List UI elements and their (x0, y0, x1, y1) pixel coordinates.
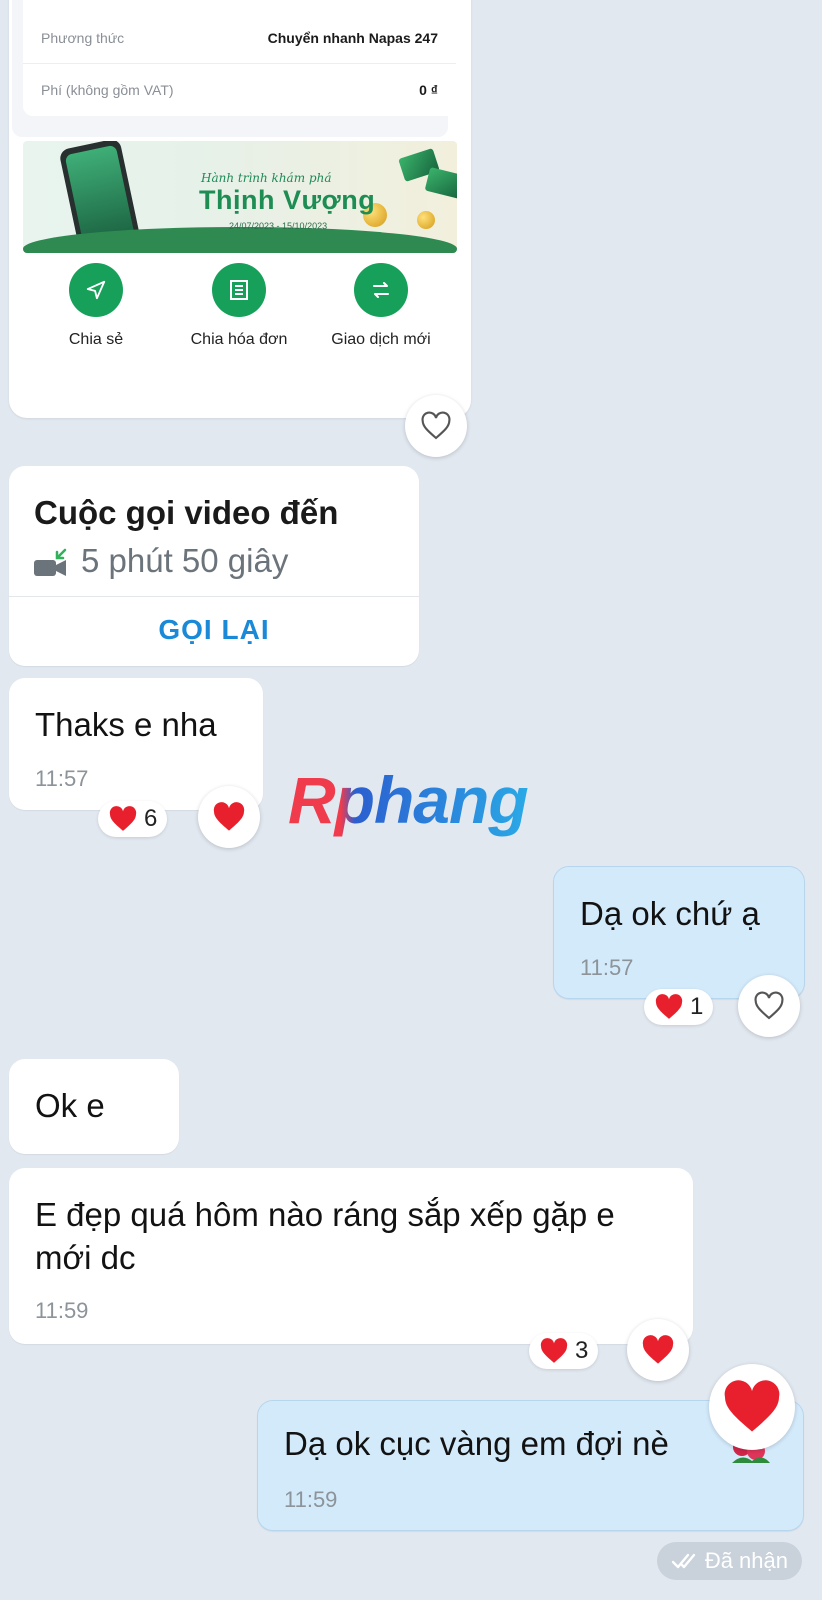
reaction-count-value: 1 (690, 993, 704, 1020)
received-status: Đã nhận (656, 1542, 802, 1580)
banner-script-text: Hành trình khám phá (201, 171, 332, 185)
promo-banner[interactable]: Hành trình khám phá Thịnh Vượng 24/07/20… (23, 141, 457, 253)
reaction-count[interactable]: 1 (644, 989, 714, 1025)
heart-outline-icon (754, 991, 784, 1020)
received-label: Đã nhận (704, 1548, 788, 1573)
message-text: Thaks e nha (35, 706, 217, 743)
call-duration: 5 phút 50 giây (81, 542, 289, 579)
receipt-method-label: Phương thức (41, 29, 125, 46)
banner-dates: 24/07/2023 - 15/10/2023 (229, 221, 328, 231)
call-back-button[interactable]: GỌI LẠI (9, 614, 419, 646)
message-time: 11:59 (284, 1487, 338, 1512)
split-bill-label: Chia hóa đơn (190, 331, 288, 348)
react-button[interactable] (405, 395, 467, 457)
share-action[interactable]: Chia sẻ (36, 263, 156, 349)
split-bill-action[interactable]: Chia hóa đơn (179, 263, 299, 349)
swap-icon (354, 263, 408, 317)
reaction-count[interactable]: 6 (98, 801, 168, 837)
receipt-row-fee: Phí (không gồm VAT) 0 ₫ (23, 64, 456, 116)
message-text: E đẹp quá hôm nào ráng sắp xếp gặp e mới… (35, 1196, 615, 1276)
call-title: Cuộc gọi video đến (34, 494, 339, 531)
watermark: Rphang (288, 763, 529, 837)
receipt-fee-value: 0 ₫ (419, 82, 438, 98)
reaction-count[interactable]: 3 (529, 1333, 599, 1369)
message-text: Dạ ok cục vàng em đợi nè (284, 1425, 669, 1462)
coin-illustration (417, 211, 435, 229)
react-button[interactable] (198, 786, 260, 848)
heart-icon (109, 806, 137, 831)
divider (9, 596, 419, 597)
message-text: Ok e (35, 1087, 105, 1124)
react-button[interactable] (738, 975, 800, 1037)
incoming-video-icon (33, 548, 69, 583)
receipt-method-value: Chuyển nhanh Napas 247 (267, 29, 438, 46)
heart-icon (540, 1338, 568, 1363)
heart-icon (724, 1380, 780, 1432)
new-transaction-label: Giao dịch mới (331, 331, 431, 348)
receipt-details: Phương thức Chuyển nhanh Napas 247 Phí (… (23, 0, 456, 116)
new-transaction-action[interactable]: Giao dịch mới (321, 263, 441, 349)
message-bubble[interactable]: E đẹp quá hôm nào ráng sắp xếp gặp e mới… (9, 1168, 693, 1344)
receipt-icon (212, 263, 266, 317)
heart-icon (642, 1335, 674, 1364)
heart-outline-icon (421, 411, 451, 440)
share-label: Chia sẻ (68, 331, 124, 348)
card-illustration (424, 167, 457, 199)
banner-title: Thịnh Vượng (199, 185, 376, 215)
message-bubble[interactable]: Ok e (9, 1059, 179, 1154)
message-text: Dạ ok chứ ạ (580, 895, 760, 932)
message-time: 11:57 (35, 766, 89, 791)
send-icon (69, 263, 123, 317)
react-button[interactable] (627, 1319, 689, 1381)
heart-icon (213, 802, 245, 831)
reaction-count-value: 6 (144, 805, 158, 832)
double-check-icon (671, 1553, 696, 1569)
receipt-fee-label: Phí (không gồm VAT) (41, 82, 174, 98)
video-call-bubble: Cuộc gọi video đến 5 phút 50 giây GỌI LẠ… (9, 466, 419, 666)
message-time: 11:59 (35, 1298, 89, 1323)
message-time: 11:57 (580, 955, 634, 980)
heart-icon (655, 994, 683, 1019)
reaction-count-value: 3 (575, 1337, 589, 1364)
react-button[interactable] (709, 1364, 795, 1450)
receipt-row-method: Phương thức Chuyển nhanh Napas 247 (23, 12, 456, 64)
